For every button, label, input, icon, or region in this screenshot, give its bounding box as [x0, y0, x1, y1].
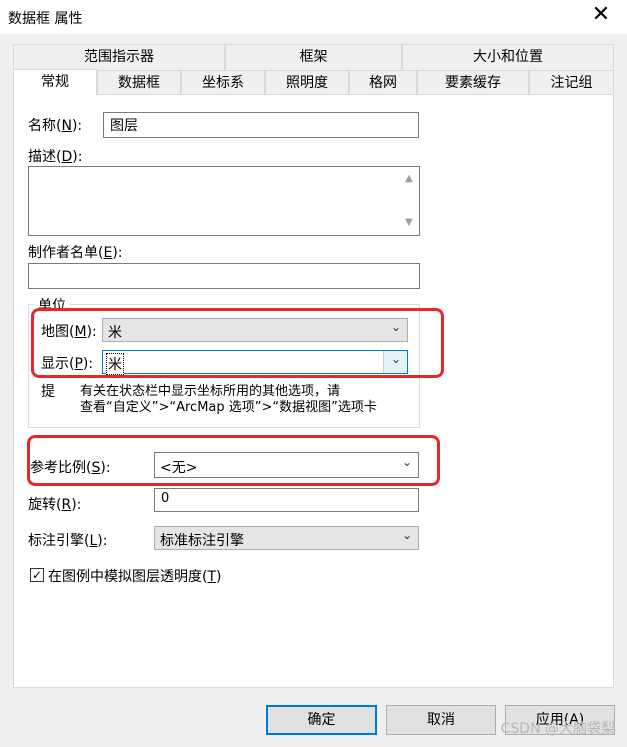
tab-label: 大小和位置: [473, 49, 543, 65]
highlight-units-box: [31, 308, 444, 378]
tab-label: 要素缓存: [445, 75, 501, 91]
tab-label: 框架: [299, 49, 328, 65]
tab-feature-cache[interactable]: 要素缓存: [417, 70, 529, 96]
tab-extent-indicators[interactable]: 范围指示器: [13, 44, 225, 70]
tab-label: 照明度: [286, 75, 328, 91]
credits-field[interactable]: [28, 263, 420, 289]
tab-annotation-groups[interactable]: 注记组: [529, 70, 614, 96]
tab-label: 范围指示器: [84, 49, 154, 65]
label-engine-value: 标准标注引擎: [160, 533, 244, 549]
units-tip-prefix: 提: [41, 384, 55, 400]
tab-label: 格网: [369, 75, 397, 91]
name-label: 名称(N):: [28, 118, 83, 134]
chevron-down-icon: ⌄: [401, 528, 412, 542]
rotation-label: 旋转(R):: [28, 497, 82, 513]
highlight-reference-scale-box: [27, 435, 440, 486]
units-tip-line2: 查看“自定义”>“ArcMap 选项”>“数据视图”选项卡: [80, 400, 377, 415]
scroll-up-icon[interactable]: ▲: [403, 173, 415, 185]
tab-label: 注记组: [550, 75, 593, 91]
cancel-button[interactable]: 取消: [386, 705, 496, 735]
tab-label: 数据框: [118, 75, 160, 91]
ok-button[interactable]: 确定: [266, 705, 377, 735]
tab-label: 常规: [41, 74, 69, 90]
tab-coordinate-system[interactable]: 坐标系: [181, 70, 265, 96]
watermark: CSDN @大脑袋梨: [500, 721, 615, 737]
tab-illumination[interactable]: 照明度: [265, 70, 349, 96]
close-icon[interactable]: ✕: [589, 4, 613, 28]
window-title: 数据框 属性: [8, 11, 83, 27]
label-engine-label: 标注引擎(L):: [28, 533, 108, 549]
tab-general[interactable]: 常规: [13, 69, 97, 95]
simulate-transparency-label: 在图例中模拟图层透明度(T): [48, 569, 222, 585]
tab-size-position[interactable]: 大小和位置: [402, 44, 614, 70]
tab-data-frame[interactable]: 数据框: [97, 70, 181, 96]
tab-grids[interactable]: 格网: [349, 70, 417, 96]
tab-label: 坐标系: [202, 75, 244, 91]
name-field[interactable]: 图层: [103, 112, 419, 138]
label-engine-select[interactable]: 标准标注引擎 ⌄: [154, 526, 419, 550]
tab-frame[interactable]: 框架: [225, 44, 402, 70]
scroll-down-icon[interactable]: ▼: [403, 217, 415, 229]
rotation-field[interactable]: 0: [154, 488, 419, 512]
credits-label: 制作者名单(E):: [28, 245, 123, 261]
description-label: 描述(D):: [28, 149, 83, 165]
description-field[interactable]: ▲ ▼: [28, 166, 420, 236]
title-bar: 数据框 属性 ✕: [0, 0, 627, 34]
simulate-transparency-checkbox[interactable]: ✓: [30, 568, 44, 582]
